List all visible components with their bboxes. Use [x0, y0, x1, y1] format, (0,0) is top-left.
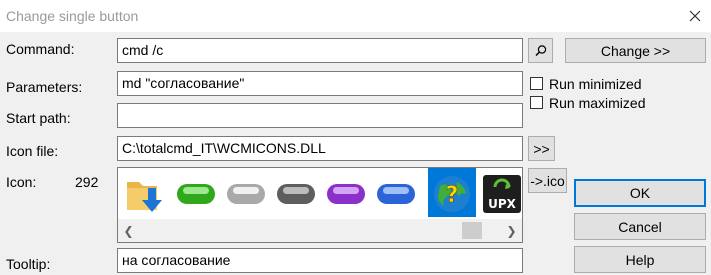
blue-pill-icon[interactable] — [374, 172, 418, 216]
cancel-button[interactable]: Cancel — [574, 213, 706, 240]
run-minimized-checkbox[interactable] — [530, 77, 543, 90]
change-button[interactable]: Change >> — [565, 38, 706, 63]
parameters-label: Parameters: — [6, 79, 83, 95]
dark-gray-pill-icon[interactable] — [274, 172, 318, 216]
icon-file-field[interactable]: C:\totalcmd_IT\WCMICONS.DLL — [117, 136, 523, 161]
svg-text:?: ? — [446, 183, 459, 208]
scroll-left-icon[interactable]: ❮ — [120, 219, 137, 242]
folder-download-icon[interactable] — [124, 172, 168, 216]
run-minimized-label: Run minimized — [549, 76, 642, 92]
browse-command-button[interactable] — [528, 38, 553, 63]
help-globe-icon[interactable]: ? — [430, 172, 474, 216]
command-field[interactable]: cmd /c — [117, 38, 523, 63]
scroll-thumb[interactable] — [462, 222, 482, 239]
svg-text:UPX: UPX — [488, 197, 517, 211]
ok-button[interactable]: OK — [574, 179, 706, 207]
scroll-right-icon[interactable]: ❯ — [503, 219, 520, 242]
green-pill-icon[interactable] — [174, 172, 218, 216]
tooltip-field[interactable]: на согласование — [117, 248, 523, 273]
icon-file-label: Icon file: — [6, 143, 59, 159]
start-path-label: Start path: — [6, 110, 71, 126]
run-maximized-label: Run maximized — [549, 95, 646, 111]
command-label: Command: — [6, 41, 75, 57]
icon-label: Icon: — [6, 174, 37, 190]
help-button[interactable]: Help — [574, 246, 706, 273]
upx-icon[interactable]: UPX — [480, 172, 524, 216]
parameters-field[interactable]: md "согласование" — [117, 71, 523, 96]
browse-icon-file-button[interactable]: >> — [528, 136, 555, 161]
icon-number: 292 — [75, 174, 99, 190]
search-icon — [534, 44, 546, 56]
ico-button[interactable]: ->.ico — [528, 168, 567, 193]
window-title: Change single button — [6, 8, 139, 24]
purple-pill-icon[interactable] — [324, 172, 368, 216]
run-maximized-checkbox[interactable] — [530, 96, 543, 109]
light-gray-pill-icon[interactable] — [224, 172, 268, 216]
icon-picker[interactable]: ? UPX ❮ ❯ — [117, 167, 523, 243]
title-bar: Change single button — [0, 0, 711, 32]
start-path-field[interactable] — [117, 103, 523, 128]
tooltip-label: Tooltip: — [6, 256, 51, 272]
icon-scrollbar[interactable]: ❮ ❯ — [118, 219, 522, 242]
close-icon[interactable] — [684, 5, 706, 27]
